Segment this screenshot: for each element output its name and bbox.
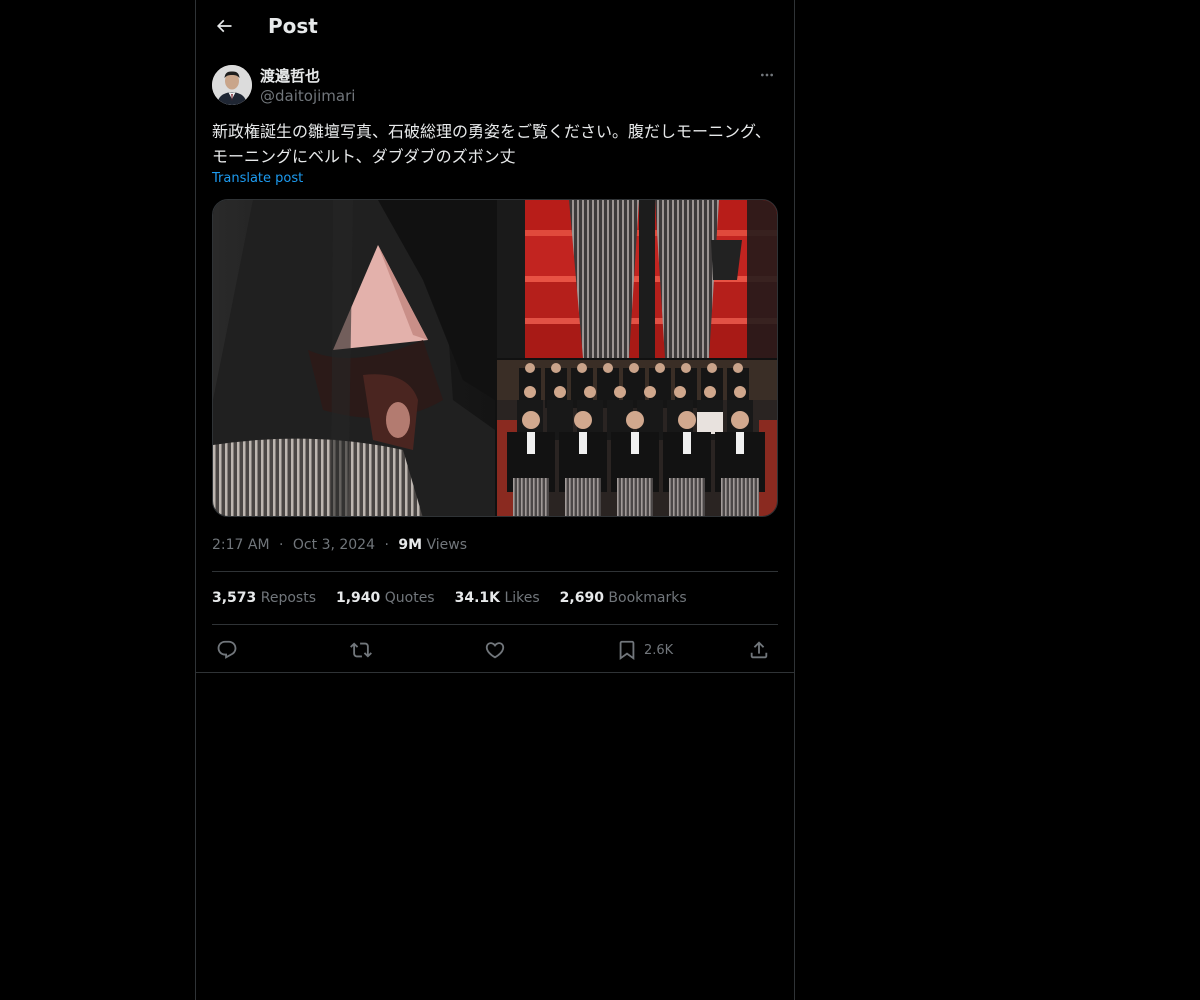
stat-count: 1,940 xyxy=(336,590,381,606)
post-column: Post 渡邉哲也 @daitojimari 新政権誕生の雛壇写真、石破総理の勇… xyxy=(195,0,795,1000)
stat-bookmarks[interactable]: 2,690 Bookmarks xyxy=(560,588,687,608)
translate-post-link[interactable]: Translate post xyxy=(212,170,303,188)
like-button[interactable] xyxy=(484,636,506,664)
page-title: Post xyxy=(268,14,318,38)
stat-label: Bookmarks xyxy=(608,590,687,606)
stat-label: Quotes xyxy=(384,590,435,606)
author-handle[interactable]: @daitojimari xyxy=(260,86,355,106)
post-media-grid xyxy=(212,199,778,517)
views-label: Views xyxy=(426,537,468,553)
stat-count: 34.1K xyxy=(454,590,500,606)
heart-icon xyxy=(485,642,505,659)
meta-separator: · xyxy=(384,537,389,553)
author-display-name[interactable]: 渡邉哲也 xyxy=(260,66,320,86)
divider xyxy=(212,624,778,625)
share-icon xyxy=(750,641,768,659)
stat-count: 2,690 xyxy=(559,590,604,606)
bookmark-icon xyxy=(619,640,635,661)
more-options-button[interactable] xyxy=(756,64,778,86)
views-count: 9M xyxy=(398,537,423,553)
stat-reposts[interactable]: 3,573 Reposts xyxy=(212,588,316,608)
media-image-closeup[interactable] xyxy=(213,200,495,516)
media-image-red-carpet[interactable] xyxy=(497,200,777,358)
post-timestamp: 2:17 AM · Oct 3, 2024 · 9M Views xyxy=(212,535,467,555)
stat-count: 3,573 xyxy=(212,590,257,606)
reply-button[interactable] xyxy=(216,636,238,664)
post-author: 渡邉哲也 @daitojimari xyxy=(212,64,778,108)
share-button[interactable] xyxy=(748,636,770,664)
bookmark-button[interactable]: 2.6K xyxy=(616,636,673,664)
post-stats: 3,573 Reposts 1,940 Quotes 34.1K Likes 2… xyxy=(212,588,707,608)
post-actions: 2.6K xyxy=(212,636,778,664)
stat-quotes[interactable]: 1,940 Quotes xyxy=(336,588,435,608)
post-date[interactable]: Oct 3, 2024 xyxy=(293,537,375,553)
top-bar: Post xyxy=(196,0,794,54)
stat-label: Likes xyxy=(504,590,540,606)
post-bottom-border xyxy=(196,672,794,673)
bookmark-count: 2.6K xyxy=(644,642,674,658)
back-button[interactable] xyxy=(206,8,242,44)
repost-icon xyxy=(350,642,372,658)
arrow-left-icon xyxy=(216,19,232,33)
media-image-group-photo[interactable] xyxy=(497,360,777,516)
meta-separator: · xyxy=(279,537,284,553)
avatar[interactable] xyxy=(212,65,252,105)
stat-likes[interactable]: 34.1K Likes xyxy=(455,588,540,608)
post-time[interactable]: 2:17 AM xyxy=(212,537,270,553)
more-horizontal-icon xyxy=(761,73,773,77)
post-text: 新政権誕生の雛壇写真、石破総理の勇姿をご覧ください。腹だしモーニング、モーニング… xyxy=(212,122,771,166)
stat-label: Reposts xyxy=(260,590,316,606)
reply-icon xyxy=(217,640,237,659)
repost-button[interactable] xyxy=(350,636,372,664)
divider xyxy=(212,571,778,572)
